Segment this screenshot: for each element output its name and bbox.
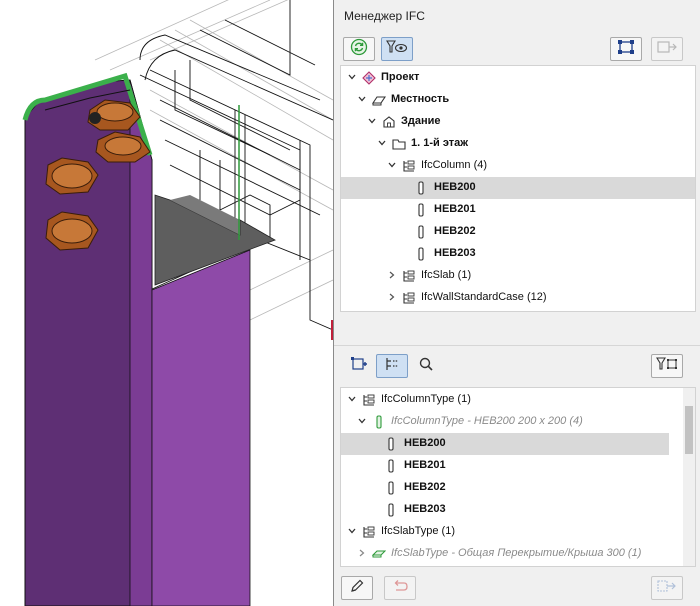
tree-row-heb200[interactable]: HEB200 xyxy=(341,433,669,455)
class-group-icon xyxy=(402,269,416,283)
tree-label: IfcColumnType - HEB200 200 x 200 (4) xyxy=(391,415,583,427)
search-icon xyxy=(418,356,434,377)
chevron-down-icon[interactable] xyxy=(347,394,357,404)
export-button[interactable] xyxy=(651,576,683,600)
tree-row-site[interactable]: Местность xyxy=(341,89,695,111)
spatial-structure-tree: Проект Местность Здание 1. 1-й этаж IfcC… xyxy=(340,65,696,312)
chevron-down-icon[interactable] xyxy=(347,72,357,82)
tree-row-ifcslabtype[interactable]: IfcSlabType (1) xyxy=(341,521,695,543)
filter-icon xyxy=(656,356,678,377)
chevron-down-icon[interactable] xyxy=(387,160,397,170)
send-selection-button[interactable] xyxy=(651,37,683,61)
column-icon xyxy=(414,225,428,239)
panel-title: Менеджер IFC xyxy=(344,9,425,23)
chevron-down-icon[interactable] xyxy=(357,94,367,104)
add-object-icon xyxy=(350,355,368,378)
tree-label: HEB201 xyxy=(434,203,476,215)
tree-label: IfcSlabType - Общая Перекрытие/Крыша 300… xyxy=(391,547,642,559)
tree-label: HEB201 xyxy=(404,459,446,471)
column-icon xyxy=(414,181,428,195)
chevron-down-icon[interactable] xyxy=(357,416,367,426)
column-icon xyxy=(384,459,398,473)
tree-label: IfcWallStandardCase (12) xyxy=(421,291,547,303)
tree-label: IfcColumnType (1) xyxy=(381,393,471,405)
tree-row-project[interactable]: Проект xyxy=(341,67,695,89)
chevron-down-icon[interactable] xyxy=(377,138,387,148)
edit-button[interactable] xyxy=(341,576,373,600)
tree-row-ifccolumntype[interactable]: IfcColumnType (1) xyxy=(341,389,695,411)
tree-row-column-type[interactable]: IfcColumnType - HEB200 200 x 200 (4) xyxy=(341,411,695,433)
ifc-manager-panel: Менеджер IFC Проект Местность Здание 1. … xyxy=(333,0,700,606)
tree-label: HEB203 xyxy=(404,503,446,515)
tree-row-heb202[interactable]: HEB202 xyxy=(341,477,695,499)
column-icon xyxy=(414,203,428,217)
tree-row-ifcslab[interactable]: IfcSlab (1) xyxy=(341,265,695,287)
scrollbar-thumb[interactable] xyxy=(685,406,693,454)
tree-row-heb203[interactable]: HEB203 xyxy=(341,243,695,265)
export-icon xyxy=(656,578,678,599)
chevron-right-icon[interactable] xyxy=(387,270,397,280)
tree-label: HEB200 xyxy=(404,437,446,449)
select-elements-icon xyxy=(616,38,636,61)
tree-label: IfcSlabType (1) xyxy=(381,525,455,537)
type-hierarchy-button[interactable] xyxy=(376,354,408,378)
type-products-tree: IfcColumnType (1) IfcColumnType - HEB200… xyxy=(340,387,696,567)
column-icon xyxy=(384,503,398,517)
scrollbar[interactable] xyxy=(683,388,695,566)
selection-arrow-icon xyxy=(656,39,678,60)
site-icon xyxy=(371,93,387,107)
refresh-button[interactable] xyxy=(343,37,375,61)
search-button[interactable] xyxy=(410,354,442,378)
tree-row-ifcwallstandardcase[interactable]: IfcWallStandardCase (12) xyxy=(341,287,695,309)
building-icon xyxy=(382,115,396,129)
tree-row-storey[interactable]: 1. 1-й этаж xyxy=(341,133,695,155)
class-group-icon xyxy=(402,291,416,305)
hierarchy-icon xyxy=(384,356,400,377)
chevron-down-icon[interactable] xyxy=(347,526,357,536)
column-icon xyxy=(384,437,398,451)
class-group-icon xyxy=(402,159,416,173)
tree-label: HEB203 xyxy=(434,247,476,259)
filter-button[interactable] xyxy=(651,354,683,378)
tree-label: 1. 1-й этаж xyxy=(411,137,469,149)
tree-label: Местность xyxy=(391,93,450,105)
tree-row-building[interactable]: Здание xyxy=(341,111,695,133)
tree-row-heb201[interactable]: HEB201 xyxy=(341,455,695,477)
tree-label: HEB202 xyxy=(404,481,446,493)
tree-row-ifccolumn[interactable]: IfcColumn (4) xyxy=(341,155,695,177)
class-group-icon xyxy=(362,393,376,407)
tree-row-heb201[interactable]: HEB201 xyxy=(341,199,695,221)
refresh-icon xyxy=(350,38,368,61)
class-group-icon xyxy=(362,525,376,539)
column-icon xyxy=(384,481,398,495)
tree-label: HEB200 xyxy=(434,181,476,193)
tree-row-heb203[interactable]: HEB203 xyxy=(341,499,695,521)
chevron-right-icon[interactable] xyxy=(387,292,397,302)
chevron-right-icon[interactable] xyxy=(357,548,367,558)
undo-icon xyxy=(391,579,409,598)
tree-row-heb202[interactable]: HEB202 xyxy=(341,221,695,243)
undo-button[interactable] xyxy=(384,576,416,600)
tree-row-slab-type[interactable]: IfcSlabType - Общая Перекрытие/Крыша 300… xyxy=(341,543,695,565)
tree-row-heb200[interactable]: HEB200 xyxy=(341,177,695,199)
chevron-down-icon[interactable] xyxy=(367,116,377,126)
pencil-icon xyxy=(349,578,365,599)
column-icon xyxy=(414,247,428,261)
tree-label: Проект xyxy=(381,71,420,83)
tree-label: Здание xyxy=(401,115,441,127)
model-render xyxy=(22,0,333,606)
project-icon xyxy=(362,71,376,85)
slab-type-icon xyxy=(371,547,387,561)
tree-label: IfcColumn (4) xyxy=(421,159,488,171)
filter-visibility-button[interactable] xyxy=(381,37,413,61)
select-in-model-button[interactable] xyxy=(610,37,642,61)
add-type-button[interactable] xyxy=(343,354,375,378)
pane-splitter[interactable] xyxy=(334,345,700,346)
tree-label: HEB202 xyxy=(434,225,476,237)
storey-icon xyxy=(392,137,406,151)
3d-viewport[interactable] xyxy=(0,0,333,606)
tree-label: IfcSlab (1) xyxy=(421,269,472,281)
filter-eye-icon xyxy=(386,39,408,59)
column-type-icon xyxy=(372,415,386,429)
